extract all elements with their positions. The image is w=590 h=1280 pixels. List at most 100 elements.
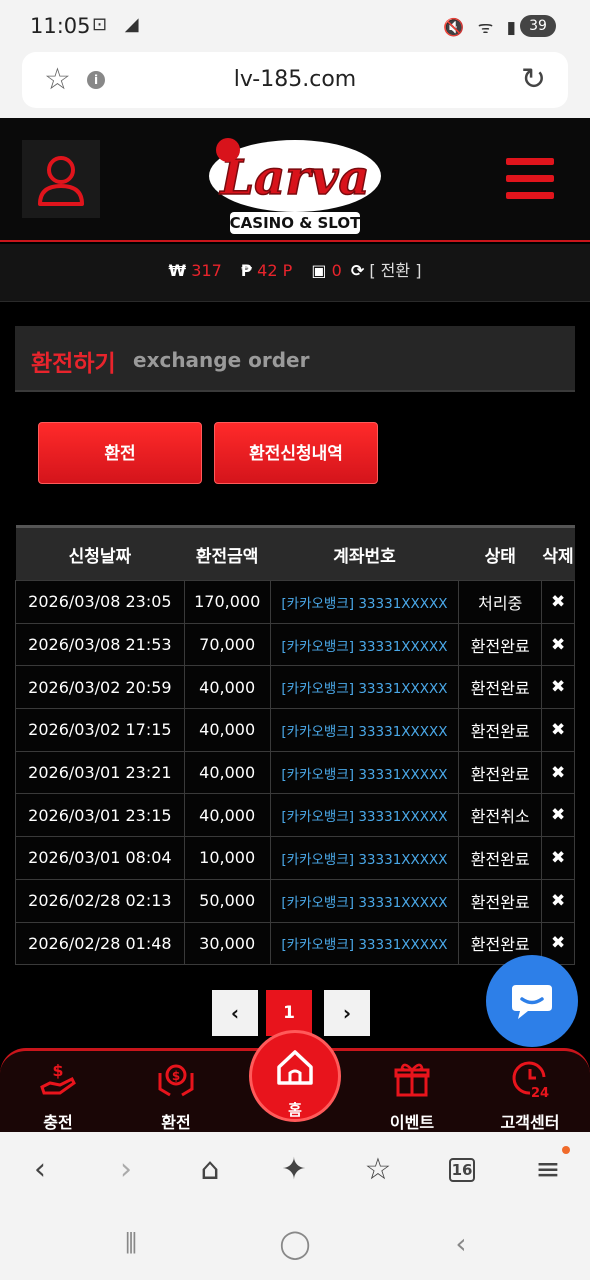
cell-amount: 170,000 bbox=[183, 580, 271, 624]
nav-support[interactable]: 24 고객센터 bbox=[480, 1051, 580, 1135]
col-header-account: 계좌번호 bbox=[270, 525, 459, 581]
col-header-amount: 환전금액 bbox=[184, 525, 271, 581]
tabs-icon[interactable]: 16 bbox=[440, 1148, 484, 1192]
delete-icon[interactable]: ✖ bbox=[541, 836, 575, 880]
exchange-button[interactable]: 환전 bbox=[38, 422, 202, 484]
recent-apps-icon[interactable]: ⦀ bbox=[106, 1224, 156, 1264]
status-time: 11:05 bbox=[30, 14, 91, 38]
site-header: Larva CASINO & SLOT bbox=[0, 118, 590, 242]
page-title: 환전하기 bbox=[31, 351, 116, 377]
system-back-icon[interactable]: ‹ bbox=[436, 1224, 486, 1264]
browser-toolbar: ‹ › ⌂ ✦ ☆ 16 ≡ bbox=[0, 1132, 590, 1210]
table-row: 2026/03/01 08:04 10,000 [카카오뱅크] 33331XXXXX… bbox=[15, 836, 575, 880]
cell-date: 2026/02/28 02:13 bbox=[15, 878, 185, 923]
nav-event[interactable]: 이벤트 bbox=[362, 1051, 462, 1135]
cell-amount: 30,000 bbox=[183, 921, 271, 966]
delete-icon[interactable]: ✖ bbox=[541, 665, 575, 710]
won-balance: 317 bbox=[191, 261, 222, 280]
sparkle-icon[interactable]: ✦ bbox=[272, 1148, 316, 1192]
cell-status: 환전완료 bbox=[458, 750, 543, 795]
chip-icon: ▣ bbox=[311, 261, 327, 280]
cell-date: 2026/02/28 01:48 bbox=[15, 921, 185, 966]
back-icon[interactable]: ‹ bbox=[18, 1148, 62, 1192]
cell-status: 환전완료 bbox=[458, 878, 543, 923]
site-logo[interactable]: Larva CASINO & SLOT bbox=[200, 124, 390, 236]
current-page-button[interactable]: 1 bbox=[266, 990, 312, 1036]
cell-status: 환전완료 bbox=[458, 622, 543, 667]
delete-icon[interactable]: ✖ bbox=[541, 622, 575, 667]
cell-status: 처리중 bbox=[458, 580, 543, 624]
refresh-icon[interactable]: ⟳ bbox=[351, 261, 364, 280]
nav-home-button[interactable]: 홈 bbox=[249, 1030, 341, 1122]
browser-menu-icon[interactable]: ≡ bbox=[526, 1148, 570, 1192]
cell-amount: 40,000 bbox=[183, 665, 271, 710]
exchange-table: 신청날짜 환전금액 계좌번호 상태 삭제 2026/03/08 23:05 170… bbox=[15, 525, 575, 966]
table-row: 2026/03/01 23:15 40,000 [카카오뱅크] 33331XXXXX… bbox=[15, 793, 575, 838]
system-home-icon[interactable]: ◯ bbox=[270, 1224, 320, 1264]
cell-status: 환전완료 bbox=[458, 708, 543, 752]
user-button[interactable] bbox=[22, 140, 100, 218]
nav-exchange[interactable]: $ 환전 bbox=[126, 1051, 226, 1135]
cell-status: 환전취소 bbox=[458, 793, 543, 838]
chat-button[interactable] bbox=[486, 955, 578, 1047]
nav-support-label: 고객센터 bbox=[500, 1113, 560, 1132]
svg-text:Larva: Larva bbox=[218, 150, 369, 206]
cell-date: 2026/03/02 17:15 bbox=[15, 708, 185, 752]
page-title-panel: 환전하기 exchange order bbox=[15, 326, 575, 392]
cell-account: [카카오뱅크] 33331XXXXX bbox=[269, 878, 460, 923]
delete-icon[interactable]: ✖ bbox=[541, 750, 575, 795]
cell-date: 2026/03/02 20:59 bbox=[15, 665, 185, 710]
cell-account: [카카오뱅크] 33331XXXXX bbox=[269, 665, 460, 710]
next-page-button[interactable]: › bbox=[324, 990, 370, 1036]
cell-date: 2026/03/01 23:15 bbox=[15, 793, 185, 838]
bookmarks-icon[interactable]: ☆ bbox=[356, 1148, 400, 1192]
prev-page-button[interactable]: ‹ bbox=[212, 990, 258, 1036]
browser-home-icon[interactable]: ⌂ bbox=[188, 1148, 232, 1192]
cell-date: 2026/03/08 21:53 bbox=[15, 622, 185, 667]
col-header-delete: 삭제 bbox=[541, 525, 575, 581]
gift-icon bbox=[394, 1063, 430, 1097]
delete-icon[interactable]: ✖ bbox=[541, 708, 575, 752]
table-row: 2026/03/02 17:15 40,000 [카카오뱅크] 33331XXXXX… bbox=[15, 708, 575, 752]
forward-icon[interactable]: › bbox=[104, 1148, 148, 1192]
exchange-history-button[interactable]: 환전신청내역 bbox=[214, 422, 378, 484]
table-row: 2026/03/02 20:59 40,000 [카카오뱅크] 33331XXXXX… bbox=[15, 665, 575, 710]
hamburger-menu-icon[interactable] bbox=[506, 158, 554, 200]
deposit-hand-icon: $ bbox=[40, 1061, 76, 1095]
col-header-date: 신청날짜 bbox=[15, 525, 185, 581]
svg-text:$: $ bbox=[172, 1069, 180, 1083]
point-icon: ₱ bbox=[240, 261, 253, 280]
larva-logo: Larva CASINO & SLOT bbox=[209, 138, 381, 234]
url-text[interactable]: lv-185.com bbox=[22, 67, 568, 92]
reload-icon[interactable]: ↻ bbox=[521, 62, 546, 97]
cell-date: 2026/03/01 23:21 bbox=[15, 750, 185, 795]
cell-account: [카카오뱅크] 33331XXXXX bbox=[269, 580, 460, 624]
user-icon bbox=[38, 156, 84, 206]
delete-icon[interactable]: ✖ bbox=[541, 580, 575, 624]
chat-bubble-icon bbox=[512, 985, 552, 1019]
cell-status: 환전완료 bbox=[458, 665, 543, 710]
col-header-status: 상태 bbox=[458, 525, 542, 581]
nav-home-label: 홈 bbox=[288, 1101, 302, 1119]
svg-text:CASINO & SLOT: CASINO & SLOT bbox=[230, 214, 361, 232]
delete-icon[interactable]: ✖ bbox=[541, 793, 575, 838]
address-bar[interactable]: ☆ i lv-185.com ↻ bbox=[22, 52, 568, 108]
table-row: 2026/02/28 02:13 50,000 [카카오뱅크] 33331XXXXX… bbox=[15, 878, 575, 923]
convert-link[interactable]: [ 전환 ] bbox=[369, 261, 421, 280]
cell-amount: 40,000 bbox=[183, 750, 271, 795]
cell-amount: 40,000 bbox=[183, 793, 271, 838]
cell-account: [카카오뱅크] 33331XXXXX bbox=[269, 750, 460, 795]
cell-account: [카카오뱅크] 33331XXXXX bbox=[269, 836, 460, 880]
delete-icon[interactable]: ✖ bbox=[541, 878, 575, 923]
nav-event-label: 이벤트 bbox=[389, 1113, 435, 1132]
system-nav-bar: ⦀ ◯ ‹ bbox=[0, 1210, 590, 1280]
table-row: 2026/03/01 23:21 40,000 [카카오뱅크] 33331XXXXX… bbox=[15, 750, 575, 795]
cell-account: [카카오뱅크] 33331XXXXX bbox=[269, 622, 460, 667]
cell-account: [카카오뱅크] 33331XXXXX bbox=[269, 793, 460, 838]
nav-deposit[interactable]: $ 충전 bbox=[8, 1051, 108, 1135]
home-icon bbox=[277, 1050, 313, 1085]
cell-date: 2026/03/01 08:04 bbox=[15, 836, 185, 880]
battery-icon: 39 bbox=[520, 15, 556, 37]
page-subtitle: exchange order bbox=[133, 348, 310, 372]
status-notification-icons: ⊡ ◢ bbox=[92, 14, 145, 35]
